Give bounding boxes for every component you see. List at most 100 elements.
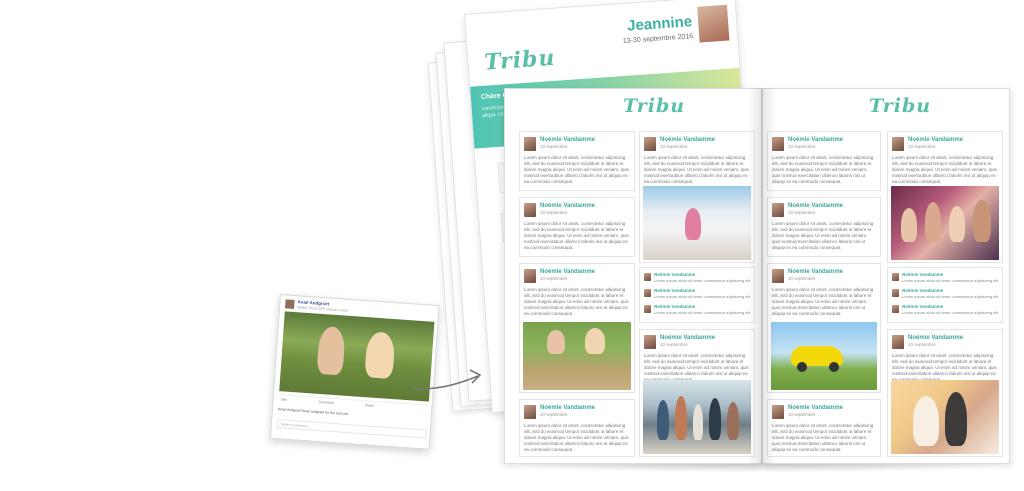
- car-wheel: [829, 362, 839, 372]
- street-photo: [643, 186, 751, 260]
- post-date: 10 septembre: [540, 412, 568, 417]
- post-card: Noémie Vandamme 10 septembre Lorem ipsum…: [767, 399, 881, 457]
- person-figure: [973, 200, 991, 242]
- mini-post-author: Noémie Vandamme: [654, 288, 696, 293]
- post-text: Lorem ipsum dolor sit amet, consectetur …: [524, 423, 629, 452]
- avatar: [644, 305, 651, 313]
- child-figure: [364, 331, 396, 380]
- magazine-page-right: Tribu Noémie Vandamme 10 septembre Lorem…: [762, 88, 1010, 464]
- post-card: Noémie Vandamme 10 septembre Lorem ipsum…: [519, 197, 635, 257]
- cover-logo: Tribu: [483, 44, 557, 76]
- car-wheel: [797, 362, 807, 372]
- page-logo: Tribu: [623, 95, 686, 117]
- mini-post-author: Noémie Vandamme: [654, 272, 696, 277]
- post-text: Lorem ipsum dolor sit amet, consectetur …: [772, 221, 874, 250]
- post-card: Noémie Vandamme 10 septembre Lorem ipsum…: [639, 131, 755, 263]
- mini-posts-card: Noémie Vandamme Lorem ipsum dolor sit am…: [639, 267, 755, 323]
- child-figure: [585, 328, 605, 354]
- person-figure: [693, 404, 703, 440]
- mini-post: Noémie Vandamme Lorem ipsum dolor sit am…: [892, 288, 1000, 301]
- post-card: Noémie Vandamme 10 septembre Lorem ipsum…: [519, 131, 635, 191]
- avatar: [644, 137, 656, 151]
- avatar: [644, 289, 651, 297]
- post-text: Lorem ipsum dolor sit amet, consectetur …: [772, 423, 874, 452]
- page-logo: Tribu: [869, 95, 932, 117]
- avatar: [524, 269, 536, 283]
- person-figure: [925, 202, 941, 242]
- mini-post: Noémie Vandamme Lorem ipsum dolor sit am…: [644, 304, 752, 317]
- post-author: Noémie Vandamme: [540, 137, 596, 143]
- avatar: [892, 273, 899, 281]
- post-card: Noémie Vandamme 10 septembre Lorem ipsum…: [639, 329, 755, 457]
- social-post-meta: Added TALE LIFE Videos | créés: [296, 305, 349, 313]
- post-author: Noémie Vandamme: [788, 269, 844, 275]
- avatar: [892, 305, 899, 313]
- mini-post-author: Noémie Vandamme: [902, 304, 944, 309]
- post-card: Noémie Vandamme 10 septembre Lorem ipsum…: [767, 131, 881, 191]
- wedding-photo: [891, 380, 999, 454]
- mini-post-text: Lorem ipsum dolor sit amet, consectetur …: [654, 310, 751, 315]
- post-author: Noémie Vandamme: [660, 137, 716, 143]
- mini-post: Noémie Vandamme Lorem ipsum dolor sit am…: [644, 272, 752, 285]
- post-date: 10 septembre: [660, 144, 688, 149]
- post-text: Lorem ipsum dolor sit amet, consectetur …: [772, 287, 874, 316]
- post-date: 10 septembre: [540, 276, 568, 281]
- mini-post-text: Lorem ipsum dolor sit amet, consectetur …: [654, 294, 751, 299]
- person-figure: [901, 208, 917, 242]
- bride-figure: [913, 396, 939, 446]
- post-date: 10 septembre: [788, 144, 816, 149]
- like-button[interactable]: Like: [281, 397, 288, 401]
- post-author: Noémie Vandamme: [788, 203, 844, 209]
- share-button[interactable]: Share: [364, 403, 374, 408]
- mini-post: Noémie Vandamme Lorem ipsum dolor sit am…: [892, 304, 1000, 317]
- mini-post-author: Noémie Vandamme: [902, 288, 944, 293]
- mini-post-text: Lorem ipsum dolor sit amet, consectetur …: [902, 278, 999, 283]
- avatar: [892, 137, 904, 151]
- comment-button[interactable]: Comment: [318, 400, 333, 405]
- groom-figure: [945, 392, 967, 446]
- post-author: Noémie Vandamme: [908, 137, 964, 143]
- avatar: [524, 405, 536, 419]
- party-photo: [891, 186, 999, 260]
- family-photo: [643, 380, 751, 454]
- cover-date: 13-30 septembre 2016: [622, 33, 694, 45]
- cover-avatar: [694, 2, 732, 45]
- avatar: [644, 273, 651, 281]
- mini-post: Noémie Vandamme Lorem ipsum dolor sit am…: [892, 272, 1000, 285]
- post-author: Noémie Vandamme: [908, 335, 964, 341]
- post-date: 10 septembre: [540, 210, 568, 215]
- post-author: Noémie Vandamme: [788, 137, 844, 143]
- post-text: Lorem ipsum dolor sit amet, consectetur …: [772, 155, 874, 184]
- post-text: Lorem ipsum dolor sit amet, consectetur …: [524, 155, 629, 184]
- mini-post-text: Lorem ipsum dolor sit amet, consectetur …: [902, 294, 999, 299]
- post-author: Noémie Vandamme: [540, 405, 596, 411]
- comment-input[interactable]: Write a comment...: [276, 419, 427, 439]
- child-figure: [685, 208, 701, 240]
- post-card: Noémie Vandamme 10 septembre Lorem ipsum…: [887, 131, 1003, 263]
- post-date: 10 septembre: [788, 412, 816, 417]
- post-text: Lorem ipsum dolor sit amet, consectetur …: [644, 155, 749, 184]
- magazine-page-left: Tribu Noémie Vandamme 10 septembre Lorem…: [504, 88, 762, 464]
- mini-post-text: Lorem ipsum dolor sit amet, consectetur …: [654, 278, 751, 283]
- post-date: 10 septembre: [540, 144, 568, 149]
- avatar: [285, 299, 295, 310]
- mini-post-author: Noémie Vandamme: [654, 304, 696, 309]
- post-author: Noémie Vandamme: [660, 335, 716, 341]
- kids-photo: [523, 322, 631, 390]
- post-text: Lorem ipsum dolor sit amet, consectetur …: [892, 155, 997, 184]
- post-date: 10 septembre: [660, 342, 688, 347]
- mini-posts-card: Noémie Vandamme Lorem ipsum dolor sit am…: [887, 267, 1003, 323]
- post-author: Noémie Vandamme: [540, 269, 596, 275]
- person-figure: [949, 206, 965, 242]
- post-text: Lorem ipsum dolor sit amet, consectetur …: [644, 353, 749, 382]
- mini-post-text: Lorem ipsum dolor sit amet, consectetur …: [902, 310, 999, 315]
- post-author: Noémie Vandamme: [540, 203, 596, 209]
- post-date: 10 septembre: [908, 342, 936, 347]
- post-text: Lorem ipsum dolor sit amet, consectetur …: [524, 221, 629, 250]
- avatar: [892, 289, 899, 297]
- child-figure: [547, 330, 565, 354]
- post-text: Lorem ipsum dolor sit amet, consectetur …: [892, 353, 997, 382]
- post-date: 10 septembre: [908, 144, 936, 149]
- cover-name: Jeannine: [626, 13, 693, 35]
- post-card: Noémie Vandamme 10 septembre Lorem ipsum…: [519, 399, 635, 457]
